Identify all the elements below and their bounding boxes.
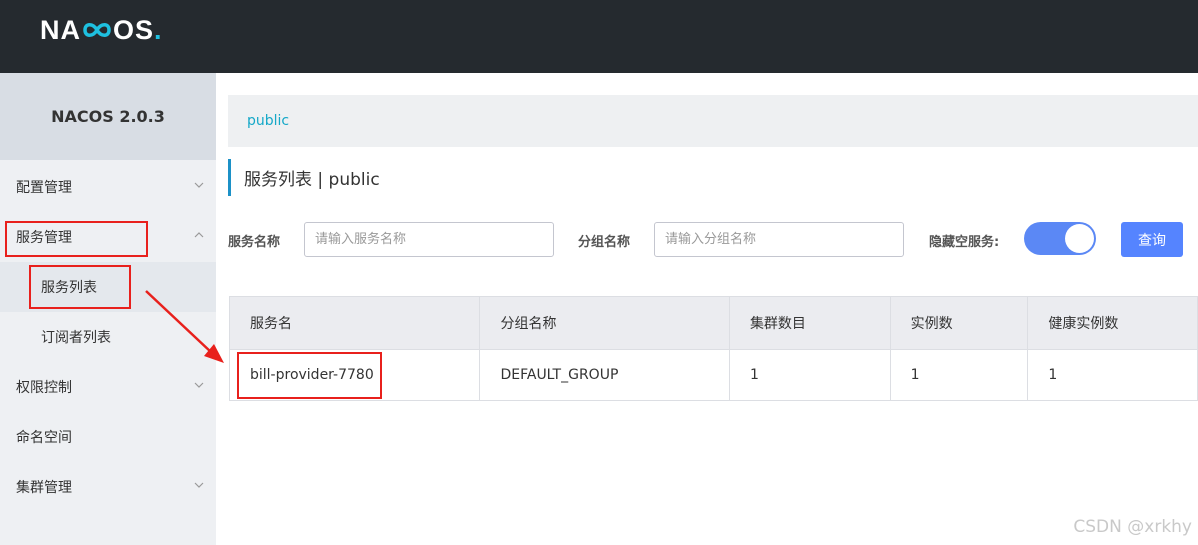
logo-dot: . xyxy=(154,14,163,45)
namespace-link[interactable]: public xyxy=(247,113,289,129)
service-name-label: 服务名称 xyxy=(228,235,281,250)
chevron-down-icon xyxy=(194,482,204,488)
sidebar-subitem-subscriber-list[interactable]: 订阅者列表 xyxy=(0,312,216,362)
annotation-box-service-list xyxy=(29,265,131,309)
sidebar-title: NACOS 2.0.3 xyxy=(0,73,216,160)
logo-text-end: OS xyxy=(113,14,155,45)
column-header-group-name[interactable]: 分组名称 xyxy=(480,297,730,349)
sidebar-item-config-management[interactable]: 配置管理 xyxy=(0,162,216,212)
sidebar-item-label: 集群管理 xyxy=(16,480,72,496)
table-header-row: 服务名 分组名称 集群数目 实例数 健康实例数 xyxy=(230,297,1197,349)
column-header-healthy-instance-count[interactable]: 健康实例数 xyxy=(1028,297,1197,349)
sidebar-item-access-control[interactable]: 权限控制 xyxy=(0,362,216,412)
query-button[interactable]: 查询 xyxy=(1121,222,1183,257)
column-header-service-name[interactable]: 服务名 xyxy=(230,297,481,349)
chevron-down-icon xyxy=(194,182,204,188)
healthy-instance-count-cell: 1 xyxy=(1048,367,1058,383)
namespace-breadcrumb: public xyxy=(228,95,1198,147)
column-header-instance-count[interactable]: 实例数 xyxy=(891,297,1029,349)
toggle-knob xyxy=(1065,224,1094,253)
infinity-logo-icon xyxy=(83,23,111,37)
sidebar-item-label: 权限控制 xyxy=(16,380,72,396)
group-name-label: 分组名称 xyxy=(578,235,631,250)
hide-empty-services-label: 隐藏空服务: xyxy=(929,235,1000,250)
cluster-count-cell: 1 xyxy=(730,350,891,400)
sidebar: NACOS 2.0.3 配置管理 服务管理 服务列表 订阅者列表 权限控制 命名… xyxy=(0,73,216,545)
sidebar-item-label: 命名空间 xyxy=(16,430,72,446)
top-navbar: NA OS . xyxy=(0,0,1198,73)
watermark: CSDN @xrkhy xyxy=(1073,517,1192,537)
group-name-input[interactable] xyxy=(654,222,904,257)
annotation-box-service-name xyxy=(237,352,382,399)
service-name-input[interactable] xyxy=(304,222,554,257)
annotation-box-service-management xyxy=(5,221,148,257)
main-content: public 服务列表 | public 服务名称 分组名称 隐藏空服务: 查询… xyxy=(216,73,1198,545)
sidebar-item-cluster-management[interactable]: 集群管理 xyxy=(0,462,216,512)
chevron-up-icon xyxy=(194,232,204,238)
sidebar-item-label: 配置管理 xyxy=(16,180,72,196)
nacos-logo[interactable]: NA OS . xyxy=(40,14,163,46)
hide-empty-services-toggle[interactable] xyxy=(1024,222,1096,255)
sidebar-item-namespace[interactable]: 命名空间 xyxy=(0,412,216,462)
sidebar-subitem-label: 订阅者列表 xyxy=(41,330,111,346)
logo-text-start: NA xyxy=(40,14,81,45)
column-header-cluster-count[interactable]: 集群数目 xyxy=(730,297,891,349)
instance-count-cell: 1 xyxy=(891,350,1029,400)
chevron-down-icon xyxy=(194,382,204,388)
group-name-cell: DEFAULT_GROUP xyxy=(480,350,730,400)
page-title: 服务列表 | public xyxy=(228,159,380,196)
